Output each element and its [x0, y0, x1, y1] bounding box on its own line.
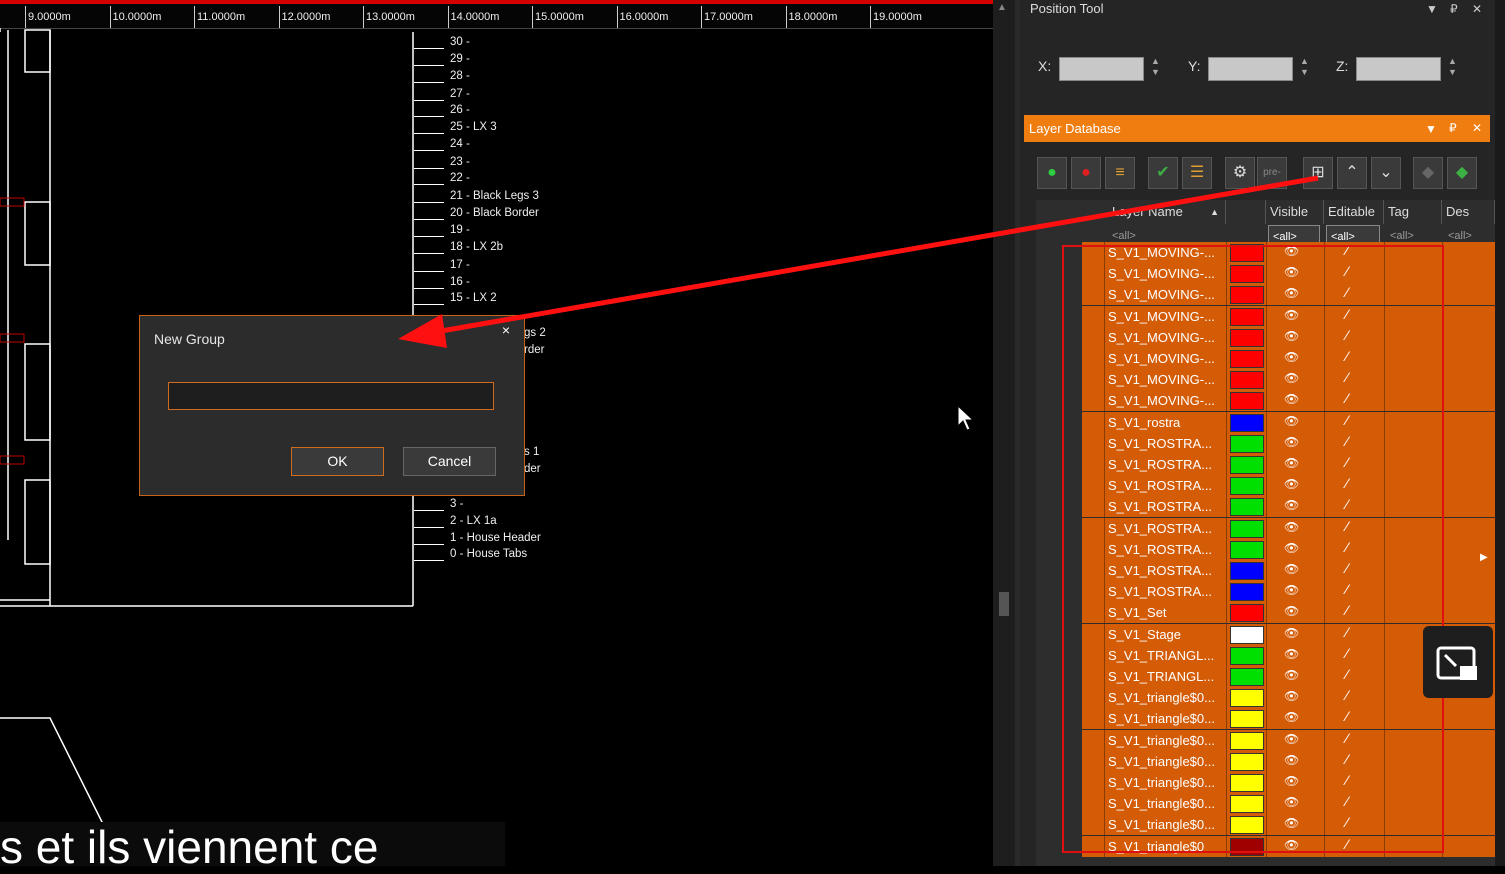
- side-dock-strip[interactable]: [1495, 0, 1505, 866]
- expand-arrow-icon[interactable]: ▶: [1480, 552, 1488, 563]
- picture-in-picture-button[interactable]: [1423, 626, 1493, 698]
- video-subtitle: s et ils viennent ce: [0, 821, 505, 873]
- mouse-cursor-icon: [957, 405, 975, 431]
- pip-icon: [1436, 646, 1477, 680]
- annotation-arrow: [398, 175, 1319, 348]
